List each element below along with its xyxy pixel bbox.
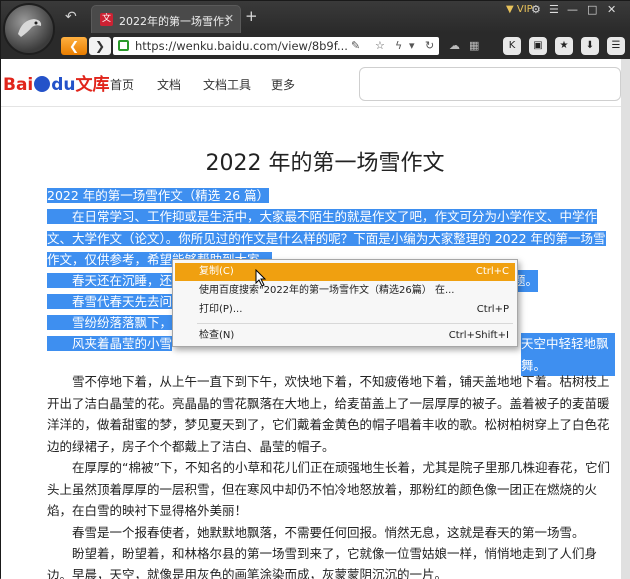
menu-icon[interactable]: ⚙ <box>531 3 541 16</box>
tab-close-icon[interactable]: ✕ <box>225 12 234 25</box>
logo-text-du: du <box>51 75 76 95</box>
translate-icon[interactable]: ✎ <box>351 39 360 52</box>
document-title: 2022 年的第一场雪作文 <box>205 151 445 176</box>
paragraph-6: 雪不停地下着，从上午一直下到下午，欢快地下着，不知疲倦地下着，铺天盖地地下着。枯… <box>47 371 615 457</box>
menu-item-print[interactable]: 打印(P)... Ctrl+P <box>175 301 515 319</box>
tab-bar: ↶ 文 2022年的第一场雪作文 ✕ + ▼ VIP ⚙ ☰ — □ ✕ <box>1 1 630 33</box>
tab-favicon: 文 <box>100 13 113 26</box>
lock-icon <box>118 40 129 51</box>
logo-text-bai: Bai <box>3 75 34 95</box>
vip-badge[interactable]: ▼ VIP <box>506 4 533 15</box>
paw-icon <box>34 76 51 92</box>
baidu-search-label: 使用百度搜索"2022年的第一场雪作文（精选26篇） 在... <box>199 285 455 296</box>
selected-heading-text: 2022 年的第一场雪作文（精选 26 篇） <box>47 188 270 203</box>
lightning-icon[interactable]: ϟ <box>395 39 402 52</box>
skin-icon[interactable]: ☰ <box>549 3 559 16</box>
print-label: 打印(P)... <box>199 304 243 315</box>
selected-paragraph-4-text: 雪纷纷落落飘下， <box>72 315 173 330</box>
forward-button[interactable]: ❯ <box>89 37 111 55</box>
tab-back-icon[interactable]: ↶ <box>65 10 81 24</box>
url-text: https://wenku.baidu.com/view/8b9f... <box>135 39 348 53</box>
context-menu: 复制(C) Ctrl+C 使用百度搜索"2022年的第一场雪作文（精选26篇） … <box>172 259 518 347</box>
nav-home[interactable]: 首页 <box>110 76 134 93</box>
back-button[interactable]: ❮ <box>61 37 87 55</box>
paragraph-8: 春雪是一个报春使者，她默默地飘落，不需要任何回报。悄然无息，这就是春天的第一场雪… <box>47 522 615 544</box>
browser-logo[interactable] <box>3 3 55 55</box>
address-bar[interactable]: https://wenku.baidu.com/view/8b9f... ✎ ☆… <box>113 37 439 55</box>
menu-item-inspect[interactable]: 检查(N) Ctrl+Shift+I <box>175 327 515 345</box>
menu-item-copy[interactable]: 复制(C) Ctrl+C <box>175 263 515 281</box>
nav-documents[interactable]: 文档 <box>157 76 181 93</box>
scrollbar[interactable] <box>621 59 630 579</box>
paragraph-6-text: 雪不停地下着，从上午一直下到下午，欢快地下着，不知疲倦地下着，铺天盖地地下着。枯… <box>47 374 610 454</box>
maximize-icon[interactable]: □ <box>587 3 597 16</box>
qr-icon[interactable]: ▦ <box>469 39 479 52</box>
selected-paragraph-2-text: 春天还在沉睡，还 <box>72 273 173 288</box>
mouse-cursor-icon <box>255 269 267 287</box>
nav-more[interactable]: 更多 <box>271 76 295 93</box>
paragraph-7-text: 在厚厚的“棉被”下，不知名的小草和花儿们正在顽强地生长着，尤其是院子里那几株迎春… <box>47 460 610 518</box>
dropdown-icon[interactable]: ▾ <box>409 39 415 52</box>
download-icon[interactable]: ⬇ <box>581 37 599 55</box>
paragraph-8-text: 春雪是一个报春使者，她默默地飘落，不需要任何回报。悄然无息，这就是春天的第一场雪… <box>72 525 585 540</box>
main-menu-icon[interactable]: ☰ <box>607 37 625 55</box>
copy-shortcut: Ctrl+C <box>475 266 509 277</box>
k-extension-icon[interactable]: K <box>503 37 521 55</box>
selected-paragraph-5-text: 风夹着晶莹的小雪 <box>72 336 173 351</box>
paragraph-7: 在厚厚的“棉被”下，不知名的小草和花儿们正在顽强地生长着，尤其是院子里那几株迎春… <box>47 457 615 522</box>
selected-heading: 2022 年的第一场雪作文（精选 26 篇） <box>47 185 615 207</box>
copy-label: 复制(C) <box>199 266 234 277</box>
minimize-icon[interactable]: — <box>567 3 578 16</box>
logo-text-wenku: 文库 <box>75 75 110 95</box>
paragraph-10: 早晨，天空，就像是用灰色的画笔涂染而成，灰蒙蒙阴沉沉的一片。 <box>47 564 615 579</box>
cloud-icon[interactable]: ☁ <box>449 39 460 52</box>
inspect-shortcut: Ctrl+Shift+I <box>448 330 509 341</box>
print-shortcut: Ctrl+P <box>476 304 509 315</box>
inspect-label: 检查(N) <box>199 330 235 341</box>
search-input[interactable] <box>359 67 621 101</box>
menu-separator <box>197 323 513 324</box>
favorites-icon[interactable]: ★ <box>555 37 573 55</box>
browser-window: ↶ 文 2022年的第一场雪作文 ✕ + ▼ VIP ⚙ ☰ — □ ✕ ❮ ❯… <box>0 0 630 579</box>
selected-paragraph-3-text: 春雪代春天先去问 <box>72 294 173 309</box>
cheetah-icon <box>18 19 42 37</box>
browser-tab[interactable]: 文 2022年的第一场雪作文 ✕ <box>91 5 241 33</box>
bookmark-star-icon[interactable]: ☆ <box>375 39 385 52</box>
new-tab-icon[interactable]: + <box>245 9 258 24</box>
refresh-icon[interactable]: ↻ <box>425 39 434 52</box>
site-header: Bai du文库 首页 文档 文档工具 更多 <box>1 59 621 107</box>
lock-extension-icon[interactable]: ▣ <box>529 37 547 55</box>
navigation-bar: ❮ ❯ https://wenku.baidu.com/view/8b9f...… <box>1 33 630 59</box>
tab-title: 2022年的第一场雪作文 <box>119 15 229 28</box>
close-window-icon[interactable]: ✕ <box>607 3 616 16</box>
paragraph-10-text: 早晨，天空，就像是用灰色的画笔涂染而成，灰蒙蒙阴沉沉的一片。 <box>72 567 448 579</box>
menu-item-baidu-search[interactable]: 使用百度搜索"2022年的第一场雪作文（精选26篇） 在... <box>175 282 515 300</box>
baidu-wenku-logo[interactable]: Bai du文库 <box>3 70 110 95</box>
selected-paragraph-5-end: 天空中轻轻地飘舞。 <box>521 333 615 376</box>
nav-doc-tools[interactable]: 文档工具 <box>203 76 251 93</box>
